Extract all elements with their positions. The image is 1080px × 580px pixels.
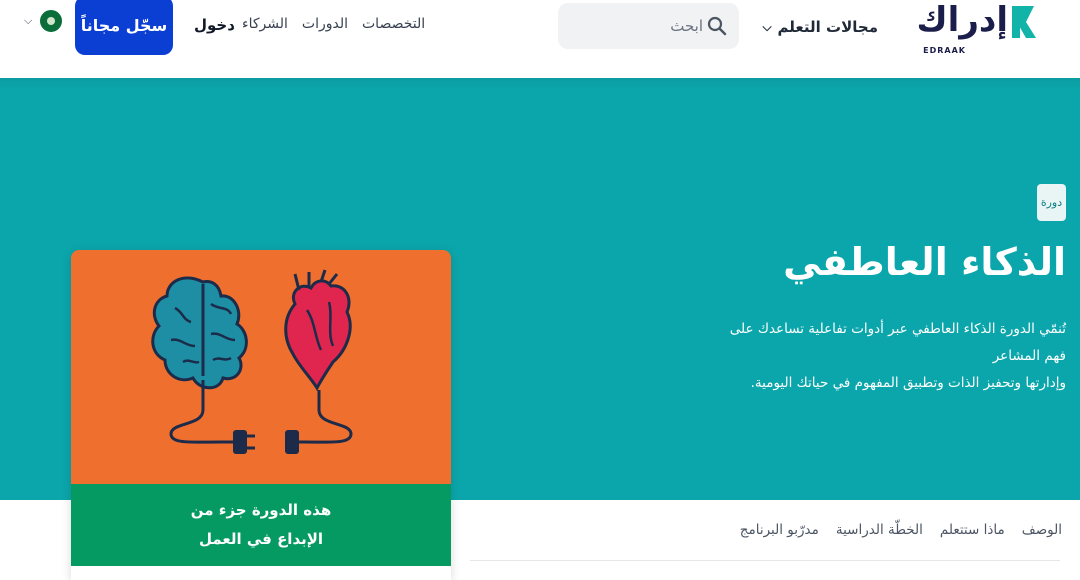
logo-mark-icon bbox=[1012, 6, 1036, 38]
logo-subtext: EDRAAK bbox=[923, 46, 966, 55]
chevron-down-icon: ⌵ bbox=[24, 14, 33, 27]
learning-areas-menu[interactable]: مجالات التعلم ⌵ bbox=[762, 16, 878, 38]
course-type-badge: دورة bbox=[1037, 184, 1066, 221]
course-tabs: الوصف ماذا ستتعلم الخطّة الدراسية مدرّبو… bbox=[740, 522, 1062, 538]
nav-item-specializations[interactable]: التخصصات bbox=[362, 16, 425, 32]
search-input[interactable] bbox=[573, 15, 703, 37]
socket-icon bbox=[285, 430, 299, 454]
search-box[interactable] bbox=[558, 3, 739, 49]
learning-areas-label: مجالات التعلم bbox=[777, 18, 878, 36]
flag-icon bbox=[40, 10, 63, 32]
tab-syllabus[interactable]: الخطّة الدراسية bbox=[836, 522, 923, 538]
tab-instructors[interactable]: مدرّبو البرنامج bbox=[740, 522, 819, 538]
signup-button[interactable]: سجّل مجاناً bbox=[75, 0, 173, 55]
nav-item-courses[interactable]: الدورات bbox=[302, 16, 348, 32]
course-title: الذكاء العاطفي bbox=[783, 240, 1066, 284]
logo-text: إدراك bbox=[916, 0, 1009, 40]
nav-item-partners[interactable]: الشركاء bbox=[242, 16, 288, 32]
search-icon bbox=[707, 16, 727, 36]
language-selector[interactable]: ⌵ bbox=[24, 10, 63, 32]
brain-heart-plug-illustration bbox=[151, 269, 353, 454]
program-name[interactable]: الإبداع في العمل bbox=[199, 525, 323, 554]
brain-icon bbox=[151, 276, 248, 390]
edraak-logo[interactable]: إدراك EDRAAK bbox=[917, 0, 1038, 62]
course-image bbox=[71, 250, 451, 484]
chevron-down-icon: ⌵ bbox=[762, 19, 772, 34]
main-nav: التخصصات الدورات الشركاء bbox=[242, 16, 425, 32]
course-description: تُنمّي الدورة الذكاء العاطفي عبر أدوات ت… bbox=[706, 316, 1066, 397]
course-card[interactable]: هذه الدورة جزء من الإبداع في العمل bbox=[71, 250, 451, 580]
hero-top-shade bbox=[0, 78, 1080, 90]
program-band[interactable]: هذه الدورة جزء من الإبداع في العمل bbox=[71, 484, 451, 566]
tabs-divider bbox=[470, 560, 1060, 561]
heart-icon bbox=[284, 269, 352, 392]
plug-icon bbox=[233, 430, 247, 454]
program-band-line-1: هذه الدورة جزء من bbox=[190, 501, 332, 519]
course-description-line-1: تُنمّي الدورة الذكاء العاطفي عبر أدوات ت… bbox=[729, 321, 1066, 364]
login-link[interactable]: دخول bbox=[194, 16, 235, 34]
tab-what-you-learn[interactable]: ماذا ستتعلم bbox=[940, 522, 1005, 538]
site-header: إدراك EDRAAK مجالات التعلم ⌵ التخصصات ال… bbox=[0, 0, 1080, 78]
card-bottom bbox=[71, 566, 451, 580]
tab-description[interactable]: الوصف bbox=[1022, 522, 1062, 538]
course-description-line-2: وإدارتها وتحفيز الذات وتطبيق المفهوم في … bbox=[750, 375, 1066, 391]
